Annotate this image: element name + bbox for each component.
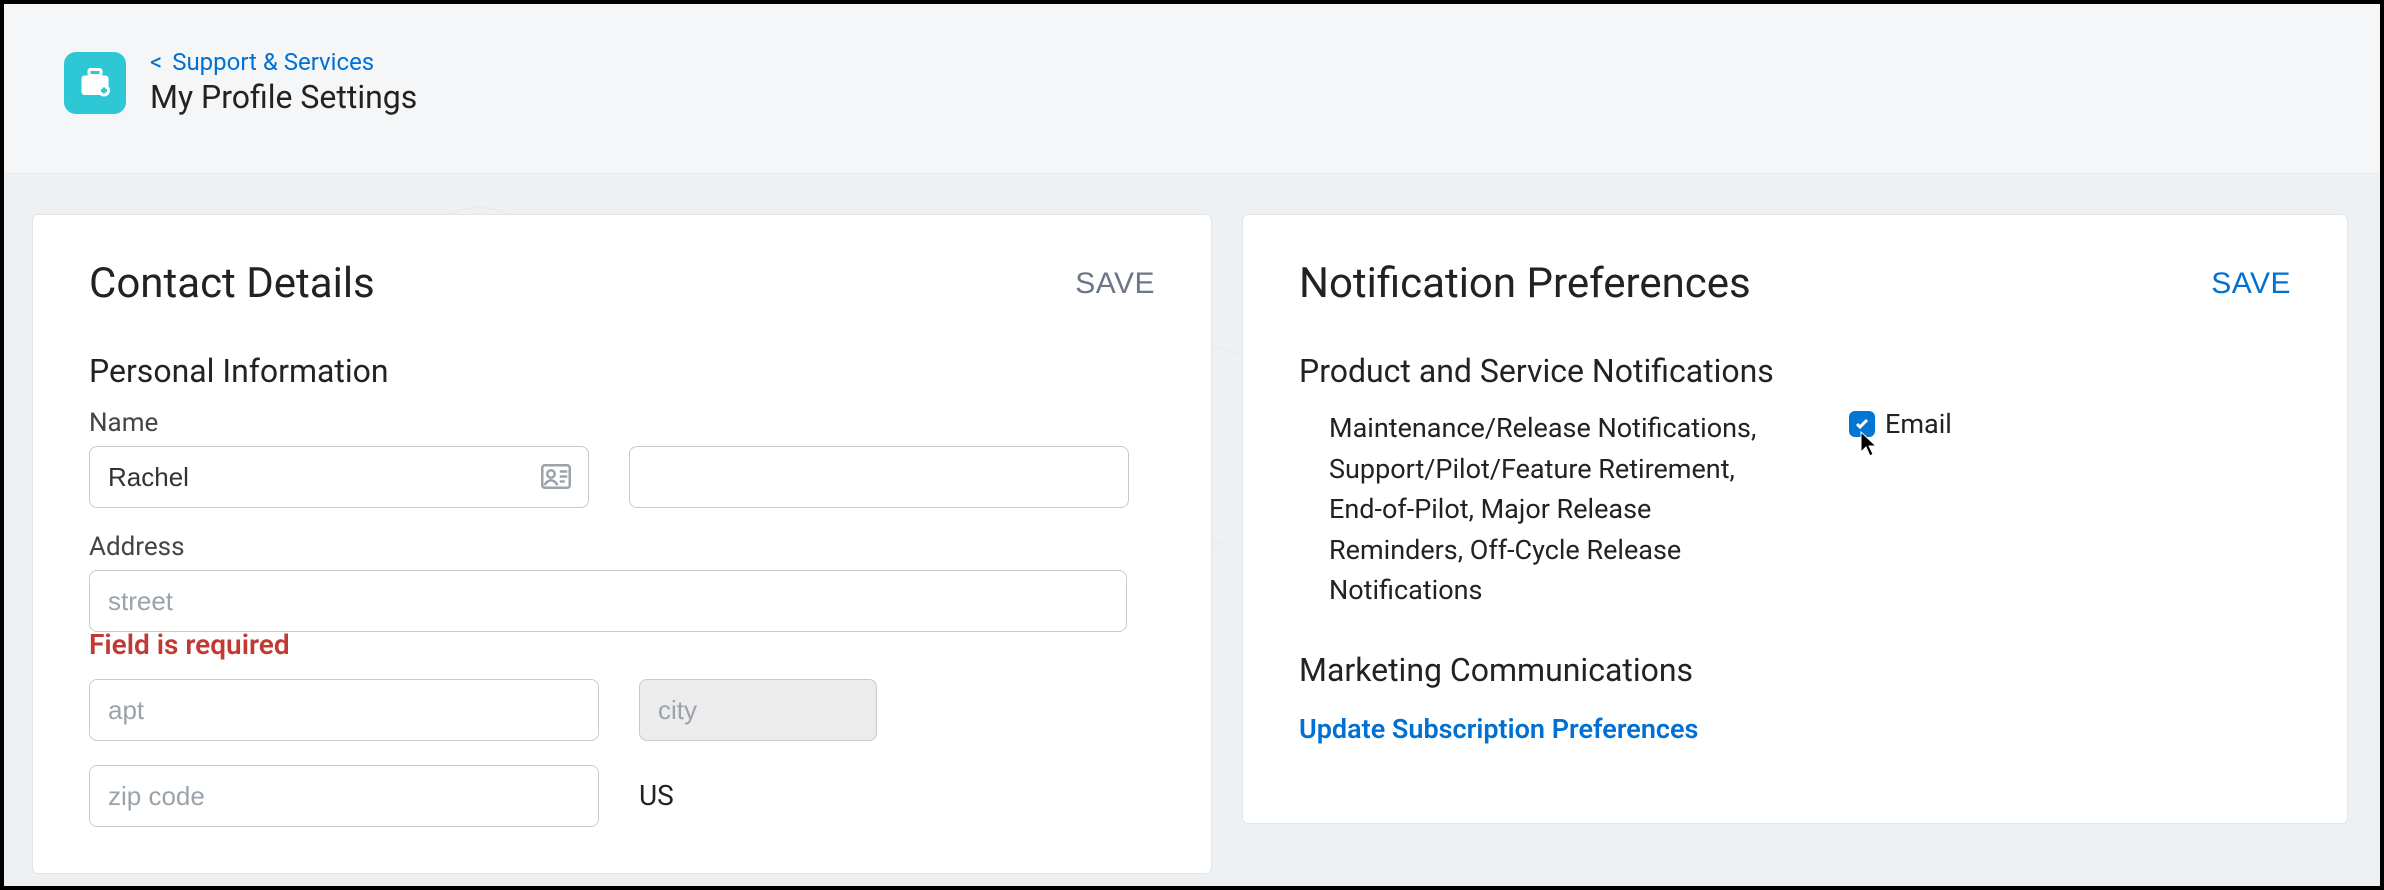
update-subscription-link[interactable]: Update Subscription Preferences xyxy=(1299,713,1698,745)
notif-save-button[interactable]: SAVE xyxy=(2211,267,2291,301)
contact-card-icon xyxy=(541,464,571,490)
breadcrumb[interactable]: < Support & Services xyxy=(150,48,417,76)
app-briefcase-icon xyxy=(64,52,126,114)
notification-preferences-card: Notification Preferences SAVE Product an… xyxy=(1242,214,2348,824)
cursor-icon xyxy=(1859,430,1879,458)
last-name-input[interactable] xyxy=(629,446,1129,508)
first-name-input[interactable] xyxy=(89,446,589,508)
country-value: US xyxy=(639,765,674,812)
page-title: My Profile Settings xyxy=(150,78,417,116)
notif-card-title: Notification Preferences xyxy=(1299,259,1751,308)
personal-info-heading: Personal Information xyxy=(89,352,1155,390)
email-checkbox-label: Email xyxy=(1885,408,1952,440)
zip-input[interactable] xyxy=(89,765,599,827)
street-input[interactable] xyxy=(89,570,1127,632)
name-label: Name xyxy=(89,408,1155,438)
marketing-heading: Marketing Communications xyxy=(1299,651,2291,689)
contact-save-button[interactable]: SAVE xyxy=(1075,267,1155,301)
page-header: < Support & Services My Profile Settings xyxy=(4,4,2380,174)
product-notif-description: Maintenance/Release Notifications, Suppo… xyxy=(1329,408,1769,611)
contact-card-title: Contact Details xyxy=(89,259,375,308)
breadcrumb-link[interactable]: Support & Services xyxy=(172,48,374,76)
address-label: Address xyxy=(89,532,1155,562)
apt-input[interactable] xyxy=(89,679,599,741)
contact-details-card: Contact Details SAVE Personal Informatio… xyxy=(32,214,1212,874)
city-input[interactable] xyxy=(639,679,877,741)
product-notif-heading: Product and Service Notifications xyxy=(1299,352,2291,390)
chevron-left-icon: < xyxy=(150,50,162,74)
street-error-text: Field is required xyxy=(89,628,1155,661)
